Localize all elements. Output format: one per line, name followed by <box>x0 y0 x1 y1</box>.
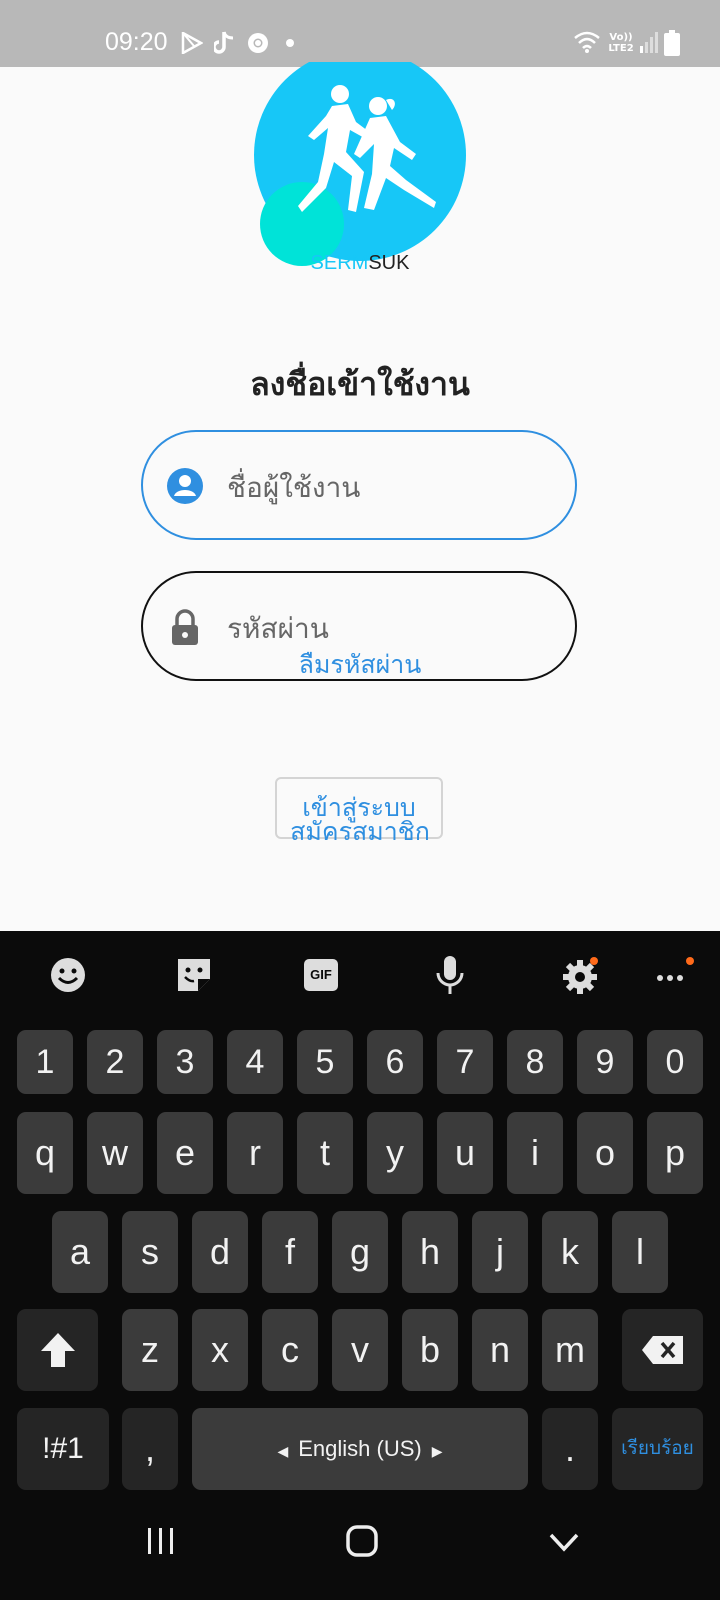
network-type-label: Vo)) LTE2 <box>608 32 634 54</box>
wifi-icon <box>574 31 600 53</box>
key-3[interactable]: 3 <box>157 1030 213 1094</box>
language-right-arrow-icon: ▶ <box>431 1443 443 1459</box>
key-u[interactable]: u <box>437 1112 493 1194</box>
key-w[interactable]: w <box>87 1112 143 1194</box>
key-r[interactable]: r <box>227 1112 283 1194</box>
period-key[interactable]: . <box>542 1408 598 1490</box>
dot-icon <box>286 39 294 47</box>
play-store-icon <box>181 32 203 54</box>
key-1[interactable]: 1 <box>17 1030 73 1094</box>
key-4[interactable]: 4 <box>227 1030 283 1094</box>
navigation-bar <box>0 1498 720 1600</box>
key-e[interactable]: e <box>157 1112 213 1194</box>
key-v[interactable]: v <box>332 1309 388 1391</box>
key-x[interactable]: x <box>192 1309 248 1391</box>
key-l[interactable]: l <box>612 1211 668 1293</box>
brand-name-part1: SERM <box>310 252 369 274</box>
key-0[interactable]: 0 <box>647 1030 703 1094</box>
app-logo: SERMSUK <box>252 49 468 282</box>
username-placeholder: ชื่อผู้ใช้งาน <box>227 471 361 504</box>
key-m[interactable]: m <box>542 1309 598 1391</box>
soft-keyboard: GIF 1 2 3 4 5 6 7 8 9 0 q w e r t y u i … <box>0 931 720 1498</box>
brand-name-part2: SUK <box>368 252 410 274</box>
key-c[interactable]: c <box>262 1309 318 1391</box>
key-7[interactable]: 7 <box>437 1030 493 1094</box>
key-8[interactable]: 8 <box>507 1030 563 1094</box>
comma-key[interactable]: , <box>122 1408 178 1490</box>
key-a[interactable]: a <box>52 1211 108 1293</box>
status-time: 09:20 <box>105 28 168 56</box>
more-icon[interactable] <box>652 953 696 997</box>
signal-icon <box>640 32 658 53</box>
key-6[interactable]: 6 <box>367 1030 423 1094</box>
key-g[interactable]: g <box>332 1211 388 1293</box>
key-t[interactable]: t <box>297 1112 353 1194</box>
key-k[interactable]: k <box>542 1211 598 1293</box>
settings-icon[interactable] <box>558 953 602 997</box>
emoji-icon[interactable] <box>46 953 90 997</box>
gif-icon[interactable]: GIF <box>300 953 344 997</box>
symbols-key[interactable]: !#1 <box>17 1408 109 1490</box>
space-key[interactable]: ◀ English (US) ▶ <box>192 1408 528 1490</box>
key-p[interactable]: p <box>647 1112 703 1194</box>
space-language-label: English (US) <box>298 1436 422 1461</box>
page-title: ลงชื่อเข้าใช้งาน <box>250 365 470 403</box>
key-b[interactable]: b <box>402 1309 458 1391</box>
home-icon[interactable] <box>345 1524 379 1558</box>
key-o[interactable]: o <box>577 1112 633 1194</box>
forgot-password-link[interactable]: ลืมรหัสผ่าน <box>0 645 720 685</box>
key-d[interactable]: d <box>192 1211 248 1293</box>
backspace-key[interactable] <box>622 1309 703 1391</box>
shift-arrow-icon <box>40 1333 75 1367</box>
key-z[interactable]: z <box>122 1309 178 1391</box>
gif-label: GIF <box>304 959 338 991</box>
chrome-icon <box>248 33 268 53</box>
shift-key[interactable] <box>17 1309 98 1391</box>
key-9[interactable]: 9 <box>577 1030 633 1094</box>
login-screen: SERMSUK ลงชื่อเข้าใช้งาน ชื่อผู้ใช้งาน ร… <box>0 49 720 931</box>
key-n[interactable]: n <box>472 1309 528 1391</box>
key-i[interactable]: i <box>507 1112 563 1194</box>
tiktok-icon <box>214 31 234 54</box>
runners-logo-icon <box>254 49 466 266</box>
username-field[interactable]: ชื่อผู้ใช้งาน <box>141 430 577 540</box>
language-left-arrow-icon: ◀ <box>277 1443 289 1459</box>
key-f[interactable]: f <box>262 1211 318 1293</box>
register-link[interactable]: สมัครสมาชิก <box>0 812 720 852</box>
key-j[interactable]: j <box>472 1211 528 1293</box>
key-h[interactable]: h <box>402 1211 458 1293</box>
done-key[interactable]: เรียบร้อย <box>612 1408 703 1490</box>
key-5[interactable]: 5 <box>297 1030 353 1094</box>
user-icon <box>167 468 203 504</box>
key-q[interactable]: q <box>17 1112 73 1194</box>
status-bar: 09:20 Vo)) LTE2 <box>0 0 720 67</box>
key-s[interactable]: s <box>122 1211 178 1293</box>
battery-icon <box>664 30 680 56</box>
microphone-icon[interactable] <box>428 953 472 997</box>
lock-icon <box>172 609 198 645</box>
recent-apps-icon[interactable] <box>146 1526 176 1556</box>
key-y[interactable]: y <box>367 1112 423 1194</box>
hide-keyboard-chevron-icon[interactable] <box>548 1532 580 1554</box>
backspace-icon <box>641 1336 683 1364</box>
brand-name: SERMSUK <box>252 252 468 275</box>
sticker-icon[interactable] <box>172 953 216 997</box>
key-2[interactable]: 2 <box>87 1030 143 1094</box>
